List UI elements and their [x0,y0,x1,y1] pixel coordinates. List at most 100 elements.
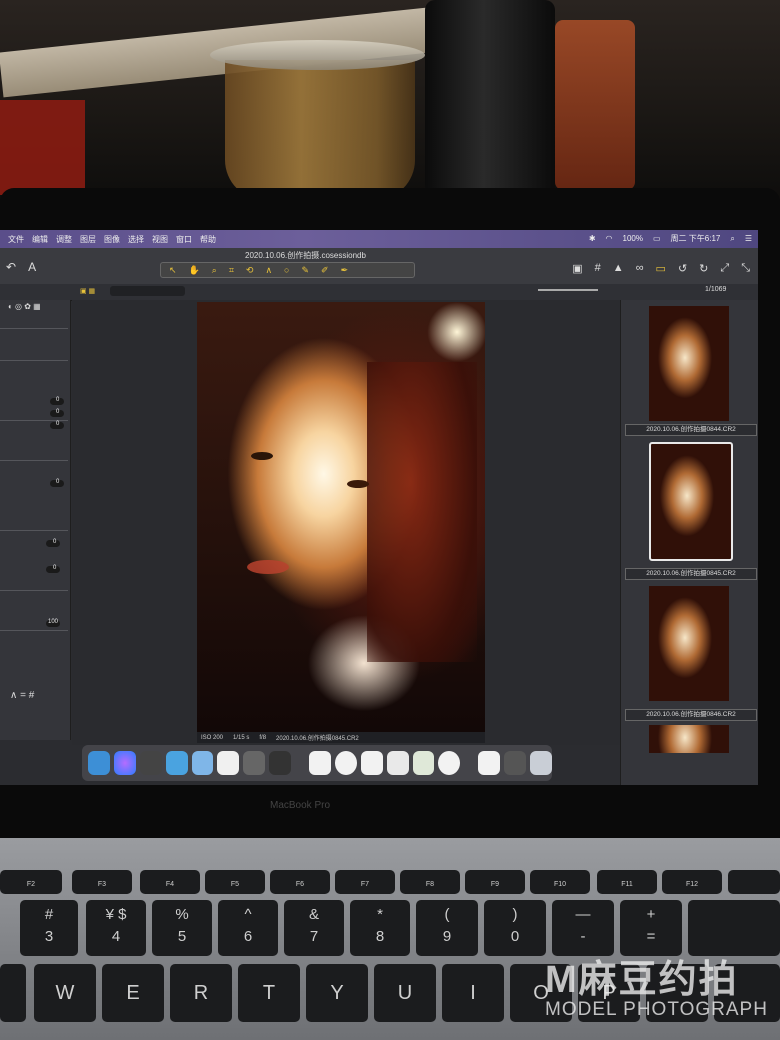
itunes-icon[interactable] [217,751,240,775]
photos-icon[interactable] [191,751,214,775]
preset-dropdown[interactable] [110,286,185,296]
key-i[interactable]: I [442,964,504,1022]
slider-value-2[interactable]: 0 [56,409,59,415]
rotate-right-icon[interactable]: ↻ [699,262,708,275]
picker-tool-icon[interactable]: ✒ [341,265,349,276]
menu-item-view[interactable]: 视图 [152,234,168,245]
menu-item-select[interactable]: 选择 [128,234,144,245]
key-f7[interactable]: F7 [335,870,395,894]
slider-value-3[interactable]: 0 [56,421,59,427]
key-f10[interactable]: F10 [530,870,590,894]
key-f9[interactable]: F9 [465,870,525,894]
menu-item-edit[interactable]: 编辑 [32,234,48,245]
key-5[interactable]: % 5 [152,900,212,956]
panel-tool-icons[interactable]: ◐ ◎ ✿ ▦ [8,302,41,311]
app-icon[interactable] [269,751,291,775]
rotate-left-icon[interactable]: ↺ [678,262,687,275]
key-7[interactable]: & 7 [284,900,344,956]
zoom-slider[interactable] [510,287,600,293]
thumbnail-0844[interactable] [649,306,729,421]
menu-item-image[interactable]: 图像 [104,234,120,245]
collapse-icon[interactable]: ⤡ [741,262,750,275]
app-icon-white-4[interactable] [412,751,435,775]
slider-value-4[interactable]: 0 [56,479,59,485]
key-0[interactable]: ) 0 [484,900,546,956]
key-q[interactable] [0,964,26,1022]
key-power[interactable] [728,870,780,894]
app-icon-round-2[interactable] [438,751,461,775]
app-icon-white-2[interactable] [360,751,383,775]
app-icon-white[interactable] [309,751,331,775]
select-tool-icon[interactable]: ↖ [169,265,177,276]
copy-adjust-icon[interactable]: ▭ [656,262,666,275]
key-e[interactable]: E [102,964,164,1022]
search-icon[interactable]: ⌕ [730,234,734,244]
siri-icon[interactable] [113,751,136,775]
key-6[interactable]: ^ 6 [218,900,278,956]
key-3[interactable]: # 3 [20,900,78,956]
panel-bottom-icons[interactable]: ∧ = # [10,690,34,701]
warning-icon[interactable]: ▲ [613,262,624,275]
key-u[interactable]: U [374,964,436,1022]
capture-one-icon[interactable] [243,751,266,775]
grid-icon[interactable]: # [595,262,601,275]
thumbnail-caption: 2020.10.06.创作拍摄0845.CR2 [625,568,757,580]
key-8[interactable]: * 8 [350,900,410,956]
undo-icon[interactable]: ↶ [6,260,16,274]
key-f2[interactable]: F2 [0,870,62,894]
key-f12[interactable]: F12 [662,870,722,894]
bluetooth-icon[interactable]: ✱ [589,234,596,243]
key-9[interactable]: ( 9 [416,900,478,956]
brush-tool-icon[interactable]: ✎ [301,265,309,276]
menu-item-layer[interactable]: 图层 [80,234,96,245]
viewer-mode-icon[interactable]: ▣ ▦ [80,287,95,295]
zoom-tool-icon[interactable]: ⌕ [212,265,217,276]
battery-icon[interactable]: ▭ [653,234,661,243]
edit-icon[interactable]: ▣ [572,262,582,275]
pan-tool-icon[interactable]: ✋ [189,265,200,276]
key-r[interactable]: R [170,964,232,1022]
text-tool-icon[interactable]: A [28,260,36,274]
key-f11[interactable]: F11 [597,870,657,894]
key-f3[interactable]: F3 [72,870,132,894]
document-icon[interactable] [478,751,501,775]
slider-value-6[interactable]: 0 [53,565,56,571]
key-y[interactable]: Y [306,964,368,1022]
photo-lips [247,560,289,574]
thumbnail-0847[interactable] [649,725,729,753]
safari-icon[interactable] [165,751,188,775]
menu-item-adjust[interactable]: 调整 [56,234,72,245]
control-center-icon[interactable]: ☰ [745,234,752,243]
menu-item-help[interactable]: 帮助 [200,234,216,245]
keystone-tool-icon[interactable]: ∧ [265,265,272,276]
wifi-icon[interactable]: ◠ [606,234,613,243]
thumbnail-0845-selected[interactable] [649,442,733,561]
menu-item-window[interactable]: 窗口 [176,234,192,245]
slider-value-5[interactable]: 0 [53,539,56,545]
key-f5[interactable]: F5 [205,870,265,894]
battery-percent[interactable]: 100% [623,234,643,243]
key-f4[interactable]: F4 [140,870,200,894]
trash-icon[interactable] [530,751,552,775]
menubar-clock[interactable]: 周二 下午6:17 [671,233,721,244]
rotate-tool-icon[interactable]: ⟲ [246,265,254,276]
spot-tool-icon[interactable]: ○ [284,265,289,275]
key-w[interactable]: W [34,964,96,1022]
crop-tool-icon[interactable]: ⌗ [229,265,234,276]
key-f8[interactable]: F8 [400,870,460,894]
launchpad-icon[interactable] [139,751,162,775]
menu-item-file[interactable]: 文件 [8,234,24,245]
app-icon-round[interactable] [334,751,357,775]
downloads-icon[interactable] [504,751,526,775]
slider-value-7[interactable]: 100 [48,619,58,625]
slider-value-1[interactable]: 0 [56,397,59,403]
eraser-tool-icon[interactable]: ✐ [321,265,329,276]
expand-icon[interactable]: ⤢ [720,262,729,275]
finder-icon[interactable] [88,751,110,775]
key-f6[interactable]: F6 [270,870,330,894]
key-4[interactable]: ¥ $ 4 [86,900,146,956]
thumbnail-0846[interactable] [649,586,729,701]
glasses-icon[interactable]: ∞ [636,262,644,275]
app-icon-white-3[interactable] [386,751,409,775]
key-t[interactable]: T [238,964,300,1022]
